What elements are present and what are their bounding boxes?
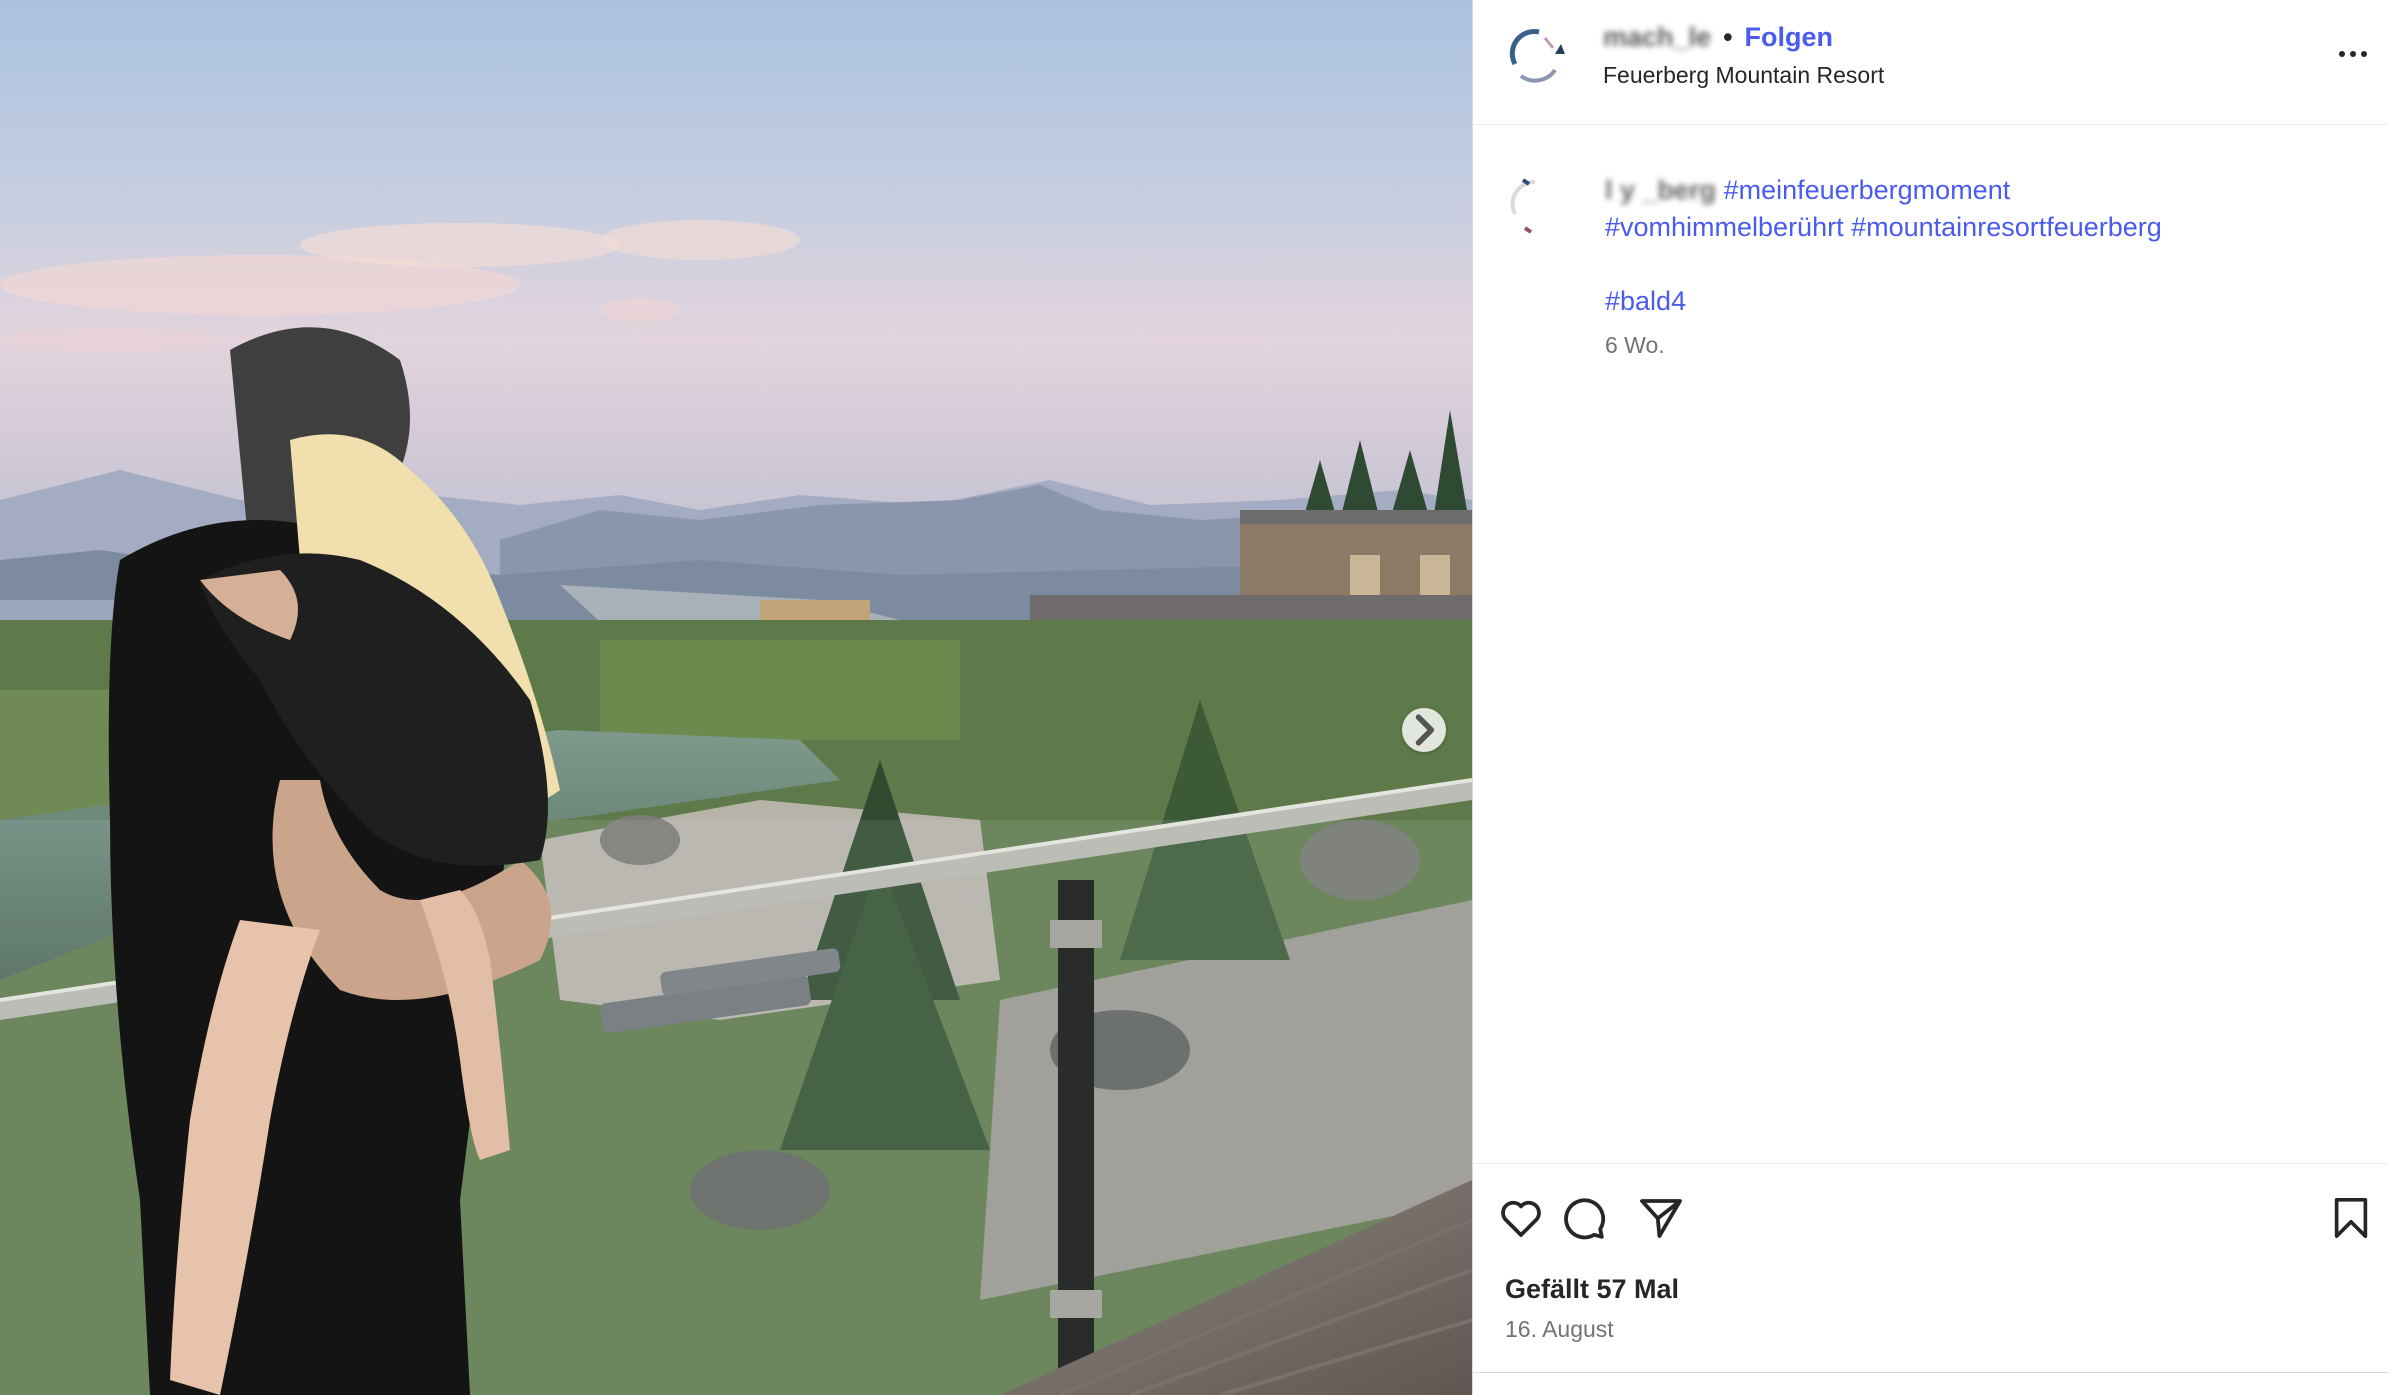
post-sidebar: mach_le • Folgen Feuerberg Mountain Reso… bbox=[1472, 0, 2388, 1395]
more-options-button[interactable] bbox=[2330, 34, 2376, 74]
hashtag-link[interactable]: #bald4 bbox=[1605, 286, 1686, 316]
post-photo[interactable] bbox=[0, 0, 1472, 1395]
more-horizontal-icon bbox=[2339, 51, 2345, 57]
username-row: mach_le • Folgen bbox=[1603, 22, 1833, 53]
location-link[interactable]: Feuerberg Mountain Resort bbox=[1603, 62, 1884, 89]
send-icon bbox=[1640, 1199, 1682, 1238]
more-horizontal-icon bbox=[2361, 51, 2367, 57]
action-bar bbox=[1473, 1163, 2388, 1254]
caption-username[interactable]: l y _berg bbox=[1605, 175, 1716, 205]
share-button[interactable] bbox=[1635, 1192, 1687, 1244]
hashtag-link[interactable]: #vomhimmelberührt bbox=[1605, 212, 1844, 242]
post-age[interactable]: 6 Wo. bbox=[1605, 332, 1665, 359]
profile-picture-icon bbox=[1510, 178, 1536, 234]
caption-avatar[interactable] bbox=[1505, 174, 1569, 238]
comment-button[interactable] bbox=[1557, 1192, 1609, 1244]
profile-picture-icon bbox=[1509, 29, 1565, 83]
post-image bbox=[0, 0, 1472, 1395]
caption-text: l y _berg #meinfeuerbergmoment #vomhimme… bbox=[1605, 172, 2345, 320]
likes-count[interactable]: Gefällt 57 Mal bbox=[1505, 1274, 1679, 1305]
more-horizontal-icon bbox=[2350, 51, 2356, 57]
hashtag-link[interactable]: #meinfeuerbergmoment bbox=[1724, 175, 2011, 205]
like-button[interactable] bbox=[1495, 1192, 1547, 1244]
bookmark-icon bbox=[2334, 1197, 2368, 1239]
post-date[interactable]: 16. August bbox=[1505, 1316, 1614, 1343]
heart-icon bbox=[1501, 1200, 1541, 1237]
save-button[interactable] bbox=[2325, 1192, 2377, 1244]
hashtag-link[interactable]: #mountainresortfeuerberg bbox=[1851, 212, 2162, 242]
post-header: mach_le • Folgen Feuerberg Mountain Reso… bbox=[1473, 0, 2388, 125]
next-image-button[interactable] bbox=[1402, 708, 1446, 752]
comment-icon bbox=[1564, 1198, 1606, 1240]
separator-dot: • bbox=[1723, 22, 1733, 52]
avatar[interactable] bbox=[1505, 24, 1569, 88]
username[interactable]: mach_le bbox=[1603, 22, 1711, 53]
divider bbox=[1473, 1372, 2388, 1373]
follow-button[interactable]: Folgen bbox=[1745, 22, 1834, 53]
chevron-right-icon bbox=[1415, 714, 1435, 746]
